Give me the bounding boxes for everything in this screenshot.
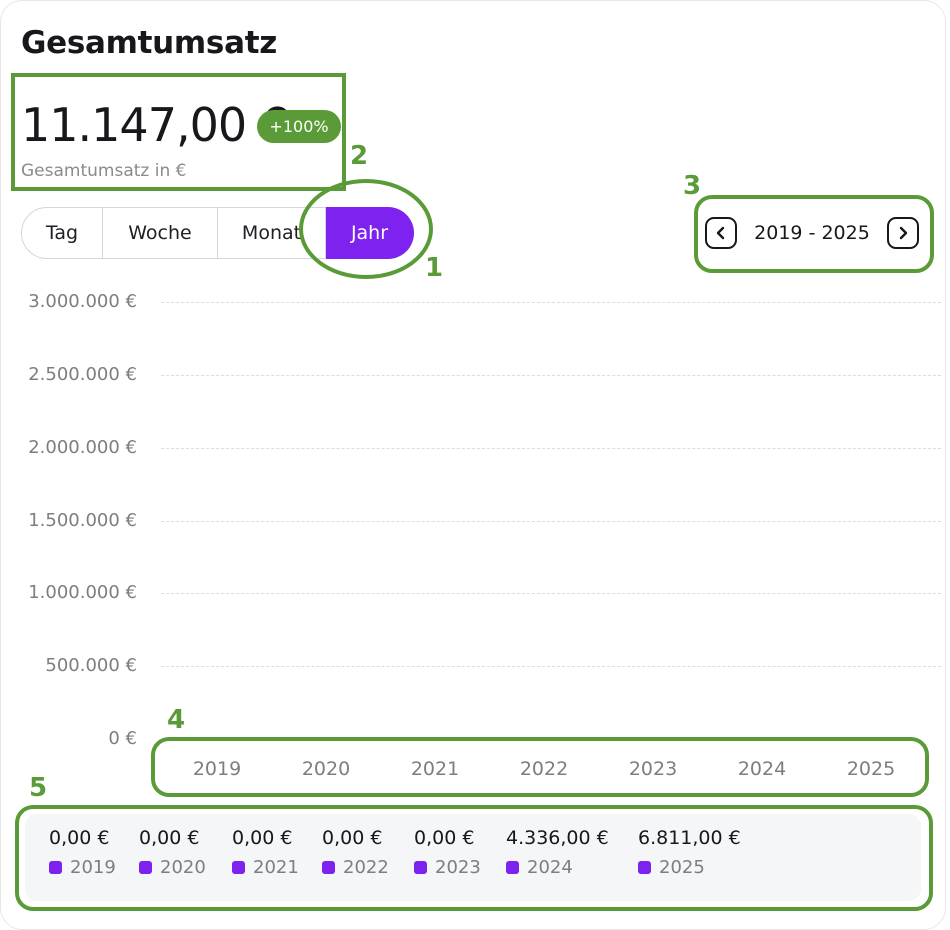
card-title: Gesamtumsatz [21, 25, 277, 61]
annotation-label-4: 4 [167, 705, 186, 735]
annotation-label-3: 3 [683, 171, 702, 201]
annotation-box-5 [15, 805, 933, 911]
grid-line [161, 520, 941, 522]
tab-tag[interactable]: Tag [21, 207, 103, 259]
grid-line [161, 593, 941, 595]
y-tick-label: 2.000.000 € [28, 436, 137, 458]
annotation-label-1: 1 [425, 253, 444, 283]
annotation-circle-1 [299, 179, 433, 279]
annotation-box-2 [11, 73, 346, 191]
tab-woche[interactable]: Woche [103, 207, 218, 259]
y-tick-label: 2.500.000 € [28, 363, 137, 385]
y-tick-label: 1.000.000 € [28, 582, 137, 604]
y-tick-label: 0 € [108, 728, 137, 749]
grid-line [161, 666, 941, 668]
y-tick-label: 3.000.000 € [28, 291, 137, 312]
annotation-label-5: 5 [29, 773, 48, 803]
grid-line [161, 447, 941, 449]
y-tick-label: 500.000 € [45, 655, 137, 677]
revenue-card: Gesamtumsatz 11.147,00 € +100% Gesamtums… [0, 0, 946, 930]
grid-line [161, 302, 941, 303]
y-tick-label: 1.500.000 € [28, 509, 137, 531]
annotation-box-4 [151, 737, 929, 797]
annotation-label-2: 2 [350, 141, 369, 171]
annotation-box-3 [694, 195, 934, 273]
grid-line [161, 374, 941, 376]
